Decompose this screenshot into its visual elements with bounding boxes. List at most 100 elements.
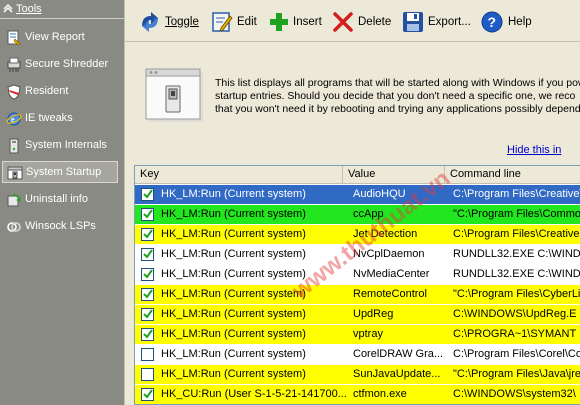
toggle-icon — [142, 12, 158, 32]
checkmark-icon — [143, 249, 153, 259]
row-checkbox[interactable] — [141, 328, 154, 341]
sidebar-item-winsock-lsps[interactable]: Winsock LSPs — [2, 216, 118, 238]
internet-explorer-icon: e — [6, 112, 22, 126]
table-row[interactable]: HK_LM:Run (Current system) CorelDRAW Gra.… — [135, 345, 580, 364]
system-startup-icon — [7, 166, 23, 180]
row-checkbox[interactable] — [141, 228, 154, 241]
cell-command-line: "C:\Program Files\Java\jre — [453, 368, 580, 380]
row-checkbox[interactable] — [141, 388, 154, 401]
cell-key: HK_LM:Run (Current system) — [161, 268, 306, 280]
checkmark-icon — [143, 189, 153, 199]
cell-value: vptray — [353, 328, 383, 340]
svg-text:?: ? — [488, 14, 497, 30]
row-checkbox[interactable] — [141, 208, 154, 221]
sidebar-item-system-startup[interactable]: System Startup — [2, 161, 118, 183]
table-row[interactable]: HK_LM:Run (Current system) Jet Detection C… — [135, 225, 580, 244]
delete-label: Delete — [358, 16, 392, 28]
main-panel: Toggle Edit Insert Delete Export... ? He… — [124, 0, 580, 405]
cell-key: HK_LM:Run (Current system) — [161, 208, 306, 220]
cell-key: HK_LM:Run (Current system) — [161, 288, 306, 300]
table-row[interactable]: HK_LM:Run (Current system) vptray C:\PROGR… — [135, 325, 580, 344]
table-row[interactable]: HK_LM:Run (Current system) NvCplDaemon RUN… — [135, 245, 580, 264]
sidebar-item-view-report[interactable]: View Report — [2, 27, 118, 49]
info-description: This list displays all programs that wil… — [215, 77, 580, 116]
checkmark-icon — [143, 309, 153, 319]
tools-group-label: Tools — [16, 3, 42, 15]
divider — [0, 18, 124, 19]
cell-command-line: C:\Program Files\Creative\ — [453, 188, 580, 200]
sidebar-item-label: Uninstall info — [25, 193, 88, 205]
row-checkbox[interactable] — [141, 248, 154, 261]
shredder-icon — [7, 57, 21, 72]
startup-window-illustration — [145, 68, 203, 122]
tools-group-header[interactable]: Tools — [0, 0, 124, 20]
info-line: startup entries. Should you decide that … — [215, 90, 576, 102]
edit-icon — [212, 12, 233, 32]
export-label: Export... — [428, 16, 471, 28]
cell-command-line: "C:\Program Files\CyberLi — [453, 288, 580, 300]
sidebar-item-label: IE tweaks — [25, 112, 73, 124]
table-row[interactable]: HK_CU:Run (User S-1-5-21-141700... ctfmon… — [135, 385, 580, 404]
table-row[interactable]: HK_LM:Run (Current system) SunJavaUpdate.… — [135, 365, 580, 384]
info-panel: This list displays all programs that wil… — [133, 60, 580, 160]
cell-key: HK_LM:Run (Current system) — [161, 328, 306, 340]
cell-value: UpdReg — [353, 308, 394, 320]
column-header-key[interactable]: Key — [135, 166, 343, 183]
plus-icon — [270, 13, 288, 31]
sidebar-item-secure-shredder[interactable]: Secure Shredder — [2, 54, 118, 76]
row-checkbox[interactable] — [141, 308, 154, 321]
edit-label: Edit — [237, 16, 257, 28]
table-row[interactable]: HK_LM:Run (Current system) UpdReg C:\WINDO… — [135, 305, 580, 324]
toolbar-divider — [125, 41, 580, 42]
info-line: This list displays all programs that wil… — [215, 77, 580, 89]
row-checkbox[interactable] — [141, 268, 154, 281]
sidebar-item-system-internals[interactable]: System Internals — [2, 135, 118, 157]
sidebar-item-ie-tweaks[interactable]: e IE tweaks — [2, 108, 118, 130]
row-checkbox[interactable] — [141, 188, 154, 201]
cell-key: HK_LM:Run (Current system) — [161, 368, 306, 380]
table-row[interactable]: HK_LM:Run (Current system) NvMediaCenter R… — [135, 265, 580, 284]
checkmark-icon — [143, 289, 153, 299]
row-checkbox[interactable] — [141, 348, 154, 361]
cell-command-line: C:\PROGRA~1\SYMANT — [453, 328, 577, 340]
cell-value: AudioHQU — [353, 188, 406, 200]
edit-button[interactable]: Edit — [210, 8, 258, 36]
sidebar-item-label: Resident — [25, 85, 69, 97]
toggle-button[interactable]: Toggle — [138, 8, 200, 36]
table-row[interactable]: HK_LM:Run (Current system) ccApp "C:\Progr… — [135, 205, 580, 224]
sidebar-item-label: System Startup — [26, 166, 102, 178]
row-checkbox[interactable] — [141, 368, 154, 381]
system-internals-icon — [9, 138, 19, 154]
insert-button[interactable]: Insert — [267, 8, 325, 36]
svg-text:e: e — [11, 115, 15, 124]
checkmark-icon — [143, 389, 153, 399]
insert-label: Insert — [293, 16, 322, 28]
cell-value: ctfmon.exe — [353, 388, 407, 400]
cell-value: Jet Detection — [353, 228, 418, 240]
cell-key: HK_LM:Run (Current system) — [161, 188, 306, 200]
cell-key: HK_CU:Run (User S-1-5-21-141700... — [161, 388, 347, 400]
checkmark-icon — [143, 329, 153, 339]
help-icon: ? — [481, 11, 503, 33]
help-button[interactable]: ? Help — [480, 8, 536, 36]
help-label: Help — [508, 16, 532, 28]
cell-command-line: RUNDLL32.EXE C:\WIND — [453, 268, 580, 280]
table-row[interactable]: HK_LM:Run (Current system) RemoteControl "… — [135, 285, 580, 304]
row-checkbox[interactable] — [141, 288, 154, 301]
view-report-icon — [7, 30, 21, 46]
column-header-command-line[interactable]: Command line — [445, 166, 580, 183]
checkmark-icon — [143, 209, 153, 219]
column-header-value[interactable]: Value — [343, 166, 445, 183]
cell-value: RemoteControl — [353, 288, 427, 300]
info-line: that you won't need it by rebooting and … — [215, 103, 580, 115]
delete-button[interactable]: Delete — [331, 8, 393, 36]
cell-command-line: C:\WINDOWS\system32\ — [453, 388, 576, 400]
hide-info-link[interactable]: Hide this in — [507, 144, 561, 156]
export-button[interactable]: Export... — [401, 8, 473, 36]
sidebar-item-resident[interactable]: Resident — [2, 81, 118, 103]
sidebar-item-label: View Report — [25, 31, 85, 43]
save-disk-icon — [403, 12, 423, 32]
table-row[interactable]: HK_LM:Run (Current system) AudioHQU C:\Pro… — [135, 185, 580, 204]
sidebar-item-uninstall-info[interactable]: Uninstall info — [2, 189, 118, 211]
cell-value: SunJavaUpdate... — [353, 368, 441, 380]
